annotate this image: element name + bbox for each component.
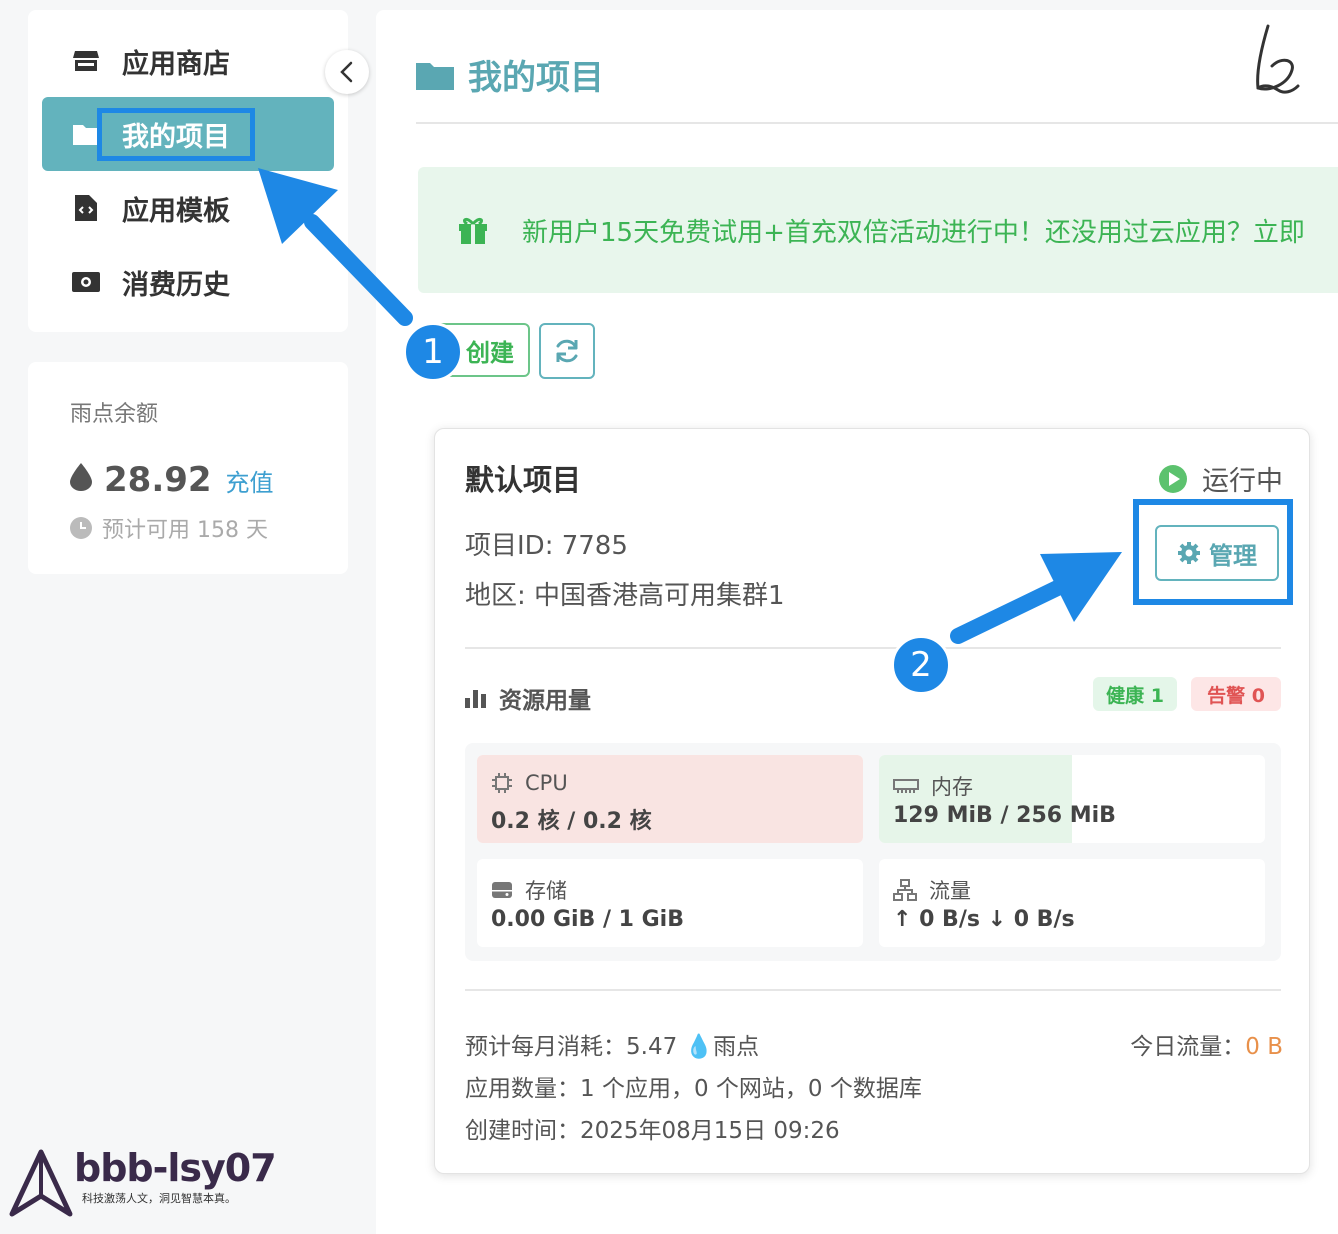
healthy-tag[interactable]: 健康 1 [1093, 677, 1177, 711]
traffic-value: ↑ 0 B/s ↓ 0 B/s [893, 907, 1075, 932]
refresh-icon [556, 339, 578, 363]
balance-amount: 28.92 [104, 460, 212, 500]
project-status: 运行中 [1158, 459, 1283, 498]
divider [465, 647, 1281, 649]
drop-icon [70, 463, 92, 491]
cpu-label: CPU [525, 771, 568, 795]
sidebar-item-my-projects[interactable]: 我的项目 [42, 97, 334, 171]
refresh-button[interactable] [539, 323, 595, 379]
store-icon [72, 47, 100, 75]
gift-icon [459, 217, 487, 244]
chevron-left-icon [340, 61, 353, 83]
traffic-label: 流量 [929, 879, 971, 903]
play-circle-icon [1159, 464, 1187, 493]
gear-icon [1178, 542, 1200, 564]
watermark-name: bbb-lsy07 [74, 1146, 277, 1190]
balance-title: 雨点余额 [70, 402, 159, 427]
watermark: bbb-lsy07 科技激荡人文，洞见智慧本真。 [8, 1146, 277, 1218]
balance-estimate: 预计可用 158 天 [102, 518, 268, 543]
sidebar-item-label: 应用商店 [122, 48, 230, 80]
app-count: 应用数量：1 个应用，0 个网站，0 个数据库 [465, 1076, 922, 1102]
collapse-sidebar-button[interactable] [325, 50, 369, 94]
project-region: 地区: 中国香港高可用集群1 [465, 581, 785, 611]
memory-label: 内存 [931, 775, 973, 799]
divider [465, 989, 1281, 991]
project-id: 项目ID: 7785 [465, 531, 628, 561]
traffic-cell: 流量 ↑ 0 B/s ↓ 0 B/s [879, 859, 1265, 947]
created-at: 创建时间：2025年08月15日 09:26 [465, 1118, 840, 1144]
hard-drive-icon [492, 882, 512, 898]
resource-grid: CPU 0.2 核 / 0.2 核 内存 129 MiB / 256 MiB 存… [465, 743, 1281, 961]
traffic-label-row: 流量 [893, 875, 971, 905]
today-traffic-value: 0 B [1245, 1034, 1283, 1060]
sidebar-item-label: 应用模板 [122, 195, 230, 227]
annotation-step-1-badge: 1 [403, 322, 463, 382]
balance-amount-row: 28.92 充值 [70, 460, 274, 500]
title-divider [416, 122, 1338, 124]
watermark-logo-icon [9, 1149, 73, 1217]
cpu-cell: CPU 0.2 核 / 0.2 核 [477, 755, 863, 843]
sidebar-item-label: 消费历史 [122, 269, 230, 301]
sidebar-item-app-templates[interactable]: 应用模板 [42, 171, 334, 245]
monthly-cost: 预计每月消耗：5.47 💧雨点 [465, 1034, 760, 1060]
memory-icon [893, 779, 919, 793]
project-card[interactable]: 默认项目 运行中 项目ID: 7785 地区: 中国香港高可用集群1 管理 资源… [434, 428, 1310, 1174]
balance-estimate-row: 预计可用 158 天 [70, 512, 268, 544]
bar-chart-icon [465, 690, 486, 708]
brand-logo[interactable] [1246, 20, 1306, 117]
chip-icon [492, 773, 512, 793]
memory-value: 129 MiB / 256 MiB [893, 803, 1116, 828]
alert-tag[interactable]: 告警 0 [1191, 677, 1281, 711]
page-title-text: 我的项目 [468, 58, 604, 98]
sidebar-item-app-store[interactable]: 应用商店 [42, 24, 334, 98]
resources-title-text: 资源用量 [499, 688, 591, 714]
storage-label-row: 存储 [491, 875, 567, 905]
cpu-value: 0.2 核 / 0.2 核 [491, 809, 652, 834]
folder-icon [72, 120, 100, 148]
network-icon [893, 879, 917, 901]
recharge-link[interactable]: 充值 [226, 463, 274, 498]
clock-icon [70, 517, 92, 539]
brand-b-icon [1256, 24, 1300, 94]
money-icon [72, 268, 100, 296]
folder-icon [416, 62, 454, 90]
memory-label-row: 内存 [893, 771, 973, 801]
annotation-step-2-badge: 2 [891, 635, 951, 695]
sidebar-item-label: 我的项目 [97, 107, 255, 161]
file-code-icon [72, 194, 100, 222]
page-title: 我的项目 [416, 50, 604, 99]
sidebar-nav: 应用商店 我的项目 应用模板 消费历史 [28, 10, 348, 332]
promo-banner[interactable]: 新用户15天免费试用+首充双倍活动进行中！还没用过云应用？立即 [418, 167, 1338, 293]
watermark-slogan: 科技激荡人文，洞见智慧本真。 [82, 1192, 236, 1205]
storage-value: 0.00 GiB / 1 GiB [491, 907, 684, 932]
manage-label: 管理 [1209, 541, 1257, 570]
cpu-label-row: CPU [491, 771, 568, 795]
today-traffic-label: 今日流量： [1130, 1034, 1246, 1060]
resources-title: 资源用量 [465, 681, 591, 715]
promo-text: 新用户15天免费试用+首充双倍活动进行中！还没用过云应用？立即 [522, 217, 1305, 248]
sidebar-item-billing-history[interactable]: 消费历史 [42, 245, 334, 319]
memory-cell: 内存 129 MiB / 256 MiB [879, 755, 1265, 843]
status-text: 运行中 [1202, 466, 1283, 497]
project-name: 默认项目 [465, 463, 582, 497]
storage-cell: 存储 0.00 GiB / 1 GiB [477, 859, 863, 947]
storage-label: 存储 [525, 879, 567, 903]
manage-button[interactable]: 管理 [1155, 525, 1279, 581]
today-traffic: 今日流量：0 B [1130, 1027, 1283, 1061]
balance-card: 雨点余额 28.92 充值 预计可用 158 天 [28, 362, 348, 574]
